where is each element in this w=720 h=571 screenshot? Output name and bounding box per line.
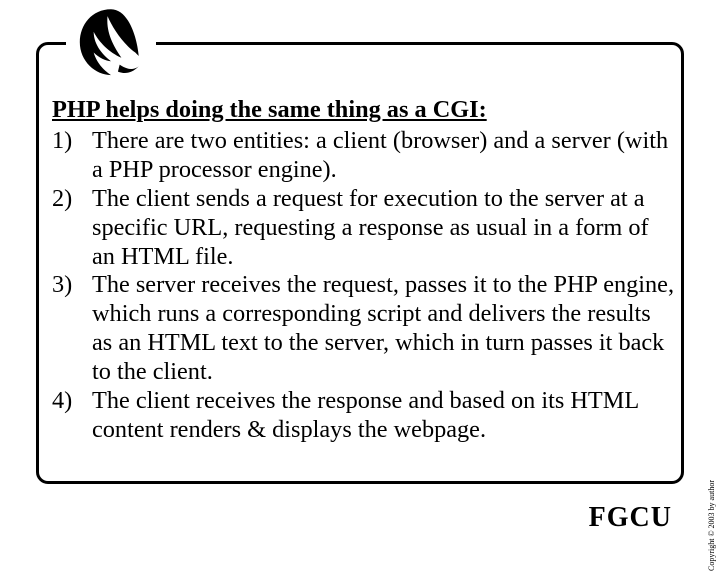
slide-content: PHP helps doing the same thing as a CGI:… bbox=[52, 96, 676, 445]
numbered-list: 1) There are two entities: a client (bro… bbox=[52, 127, 676, 445]
slide-heading: PHP helps doing the same thing as a CGI: bbox=[52, 96, 676, 125]
item-text: The client receives the response and bas… bbox=[92, 387, 676, 445]
footer-logo: FGCU bbox=[585, 502, 676, 534]
list-item: 3) The server receives the request, pass… bbox=[52, 271, 676, 387]
list-item: 1) There are two entities: a client (bro… bbox=[52, 127, 676, 185]
item-number: 4) bbox=[52, 387, 92, 416]
list-item: 4) The client receives the response and … bbox=[52, 387, 676, 445]
item-number: 3) bbox=[52, 271, 92, 300]
feather-logo-icon bbox=[66, 4, 156, 82]
item-text: There are two entities: a client (browse… bbox=[92, 127, 676, 185]
copyright-text: Copyright © 2003 by author bbox=[707, 480, 716, 571]
list-item: 2) The client sends a request for execut… bbox=[52, 185, 676, 272]
item-text: The server receives the request, passes … bbox=[92, 271, 676, 387]
item-number: 2) bbox=[52, 185, 92, 214]
item-text: The client sends a request for execution… bbox=[92, 185, 676, 272]
item-number: 1) bbox=[52, 127, 92, 156]
